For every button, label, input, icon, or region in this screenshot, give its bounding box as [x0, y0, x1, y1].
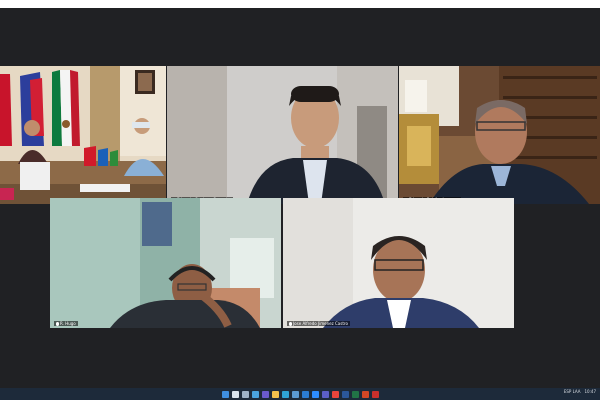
participant-video-delegation — [0, 66, 166, 204]
participant-video-jose-alfredo — [283, 198, 514, 328]
edge-icon[interactable] — [281, 390, 289, 398]
participant-video-r-hugo — [50, 198, 281, 328]
task-view-icon[interactable] — [241, 390, 249, 398]
taskbar-clock[interactable]: 10:47 — [584, 389, 596, 394]
participant-name-label: Jose Alfredo Jimenez Castro — [287, 321, 350, 326]
participant-tile-eduardo-cardona[interactable]: Eduardo Cardona Gonzalez — [167, 66, 398, 204]
participant-tile-delegation[interactable] — [0, 66, 166, 204]
video-meeting-grid: Eduardo Cardona Gonzalez Eduardo Palafox… — [0, 8, 600, 388]
participant-tile-r-hugo[interactable]: R. Hugo — [50, 198, 281, 328]
participant-tile-eduardo-palafox[interactable]: Eduardo Palafox Lanzago — [399, 66, 600, 204]
excel-icon[interactable] — [351, 390, 359, 398]
store-icon[interactable] — [291, 390, 299, 398]
system-tray: ESP LAA 10:47 — [564, 389, 596, 394]
chrome-icon[interactable] — [331, 390, 339, 398]
teams-icon[interactable] — [321, 390, 329, 398]
widgets-icon[interactable] — [251, 390, 259, 398]
clock-time: 10:47 — [584, 389, 596, 394]
powerpoint-icon[interactable] — [361, 390, 369, 398]
file-explorer-icon[interactable] — [271, 390, 279, 398]
chat-icon[interactable] — [261, 390, 269, 398]
participant-tile-jose-alfredo[interactable]: Jose Alfredo Jimenez Castro — [283, 198, 514, 328]
zoom-icon[interactable] — [311, 390, 319, 398]
windows-taskbar: ESP LAA 10:47 — [0, 388, 600, 400]
search-icon[interactable] — [231, 390, 239, 398]
language-indicator[interactable]: ESP LAA — [564, 389, 581, 394]
start-icon[interactable] — [221, 390, 229, 398]
mail-icon[interactable] — [301, 390, 309, 398]
participant-video-eduardo-palafox — [399, 66, 600, 204]
acrobat-icon[interactable] — [371, 390, 379, 398]
microphone-icon — [56, 322, 59, 326]
word-icon[interactable] — [341, 390, 349, 398]
taskbar-app-icons — [221, 390, 379, 398]
microphone-icon — [289, 322, 292, 326]
participant-video-eduardo-cardona — [167, 66, 398, 204]
participant-name-label: R. Hugo — [54, 321, 78, 326]
